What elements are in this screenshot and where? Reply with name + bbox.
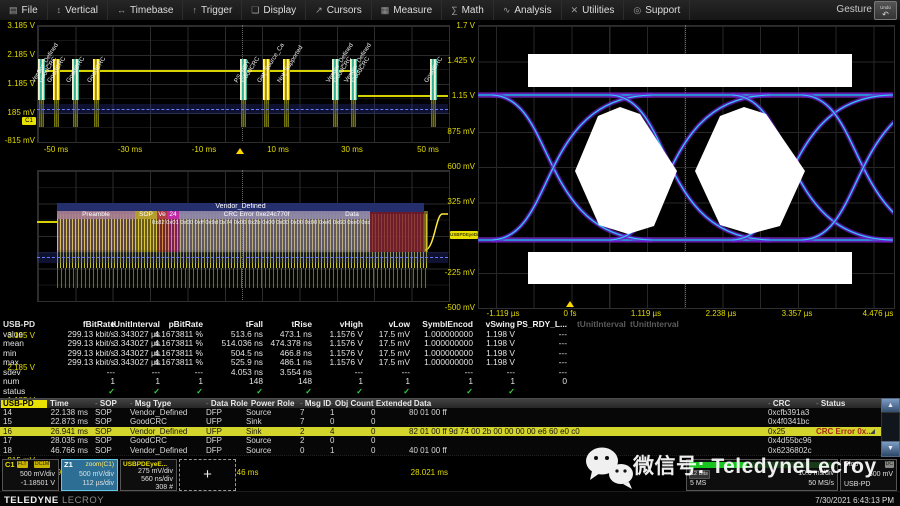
protocol-cell: Vendor_Defined [130, 408, 204, 417]
c1-vdiv: 500 mV/div [20, 471, 55, 479]
protocol-cell: SOP [95, 436, 125, 445]
c1-filter-badge: FLT [17, 461, 28, 468]
protocol-cell: 15 [3, 417, 33, 426]
eye-vdiv: 275 mV/div [138, 468, 173, 476]
add-trace-button[interactable]: + [179, 459, 236, 491]
watermark-text: 微信号: TeledyneLecroy [633, 450, 877, 480]
protocol-cell: 1 [330, 446, 368, 455]
eye-y-tick: -500 mV [415, 303, 475, 312]
protocol-cell: 0x25 [768, 427, 814, 436]
trace-descriptor-eye[interactable]: USBPDEyeE... 275 mV/div 560 ns/div 308 # [120, 459, 177, 491]
eye-y-tick: 1.425 V [415, 56, 475, 65]
protocol-cell: GoodCRC [130, 436, 204, 445]
protocol-cell: 2 [300, 427, 326, 436]
protocol-cell: 0 [371, 446, 405, 455]
protocol-cell: 0 [330, 417, 368, 426]
channel-descriptor-c1[interactable]: C1 FLT DC1M 500 mV/div -1.18501 V [2, 459, 59, 491]
trigger-coupling-badge: DC [885, 461, 894, 468]
protocol-cell: 46.766 ms [40, 446, 88, 455]
protocol-cell: 28.035 ms [40, 436, 88, 445]
protocol-cell: 0 [371, 417, 405, 426]
protocol-cell: SOP [95, 427, 125, 436]
protocol-cell: 22.138 ms [40, 408, 88, 417]
c1-offset: -1.18501 V [21, 480, 55, 488]
trigger-source: USB-PD [844, 481, 870, 488]
protocol-cell: 0x4f0341bc [768, 417, 814, 426]
eye-x-tick: 2.238 µs [691, 309, 751, 318]
eye-x-tick: -1.119 µs [473, 309, 533, 318]
protocol-cell: 0 [371, 436, 405, 445]
protocol-cell: DFP [206, 408, 244, 417]
plus-icon: + [180, 466, 235, 483]
trace-descriptor-z1[interactable]: Z1 zoom(C1) 500 mV/div 112 µs/div [61, 459, 118, 491]
protocol-cell: 82 01 00 ff 9d 74 00 2b 00 00 00 00 e6 6… [409, 427, 765, 436]
eye-y-tick: -225 mV [415, 268, 475, 277]
z1-vdiv: 500 mV/div [79, 471, 114, 479]
protocol-cell: 0x4d55bc96 [768, 436, 814, 445]
protocol-cell: 0 [371, 408, 405, 417]
protocol-cell: Source [246, 446, 298, 455]
protocol-cell: SOP [95, 417, 125, 426]
eye-x-tick: 0 fs [540, 309, 600, 318]
eye-y-tick: 1.15 V [415, 91, 475, 100]
protocol-scroll-down-button[interactable]: ▼ [881, 441, 900, 457]
protocol-table: 1422.138 msSOPVendor_DefinedDFPSource710… [0, 0, 900, 506]
protocol-cell: 4 [330, 427, 368, 436]
protocol-cell: DFP [206, 446, 244, 455]
timebase-memory: 5 MS [690, 480, 706, 487]
eye-y-tick: 1.7 V [415, 21, 475, 30]
eye-x-tick: 3.357 µs [767, 309, 827, 318]
protocol-cell: Source [246, 436, 298, 445]
brand-lecroy: LECROY [62, 495, 104, 506]
eye-y-tick: 875 mV [415, 127, 475, 136]
protocol-cell: 1 [330, 408, 368, 417]
datetime: 7/30/2021 6:43:13 PM [815, 496, 894, 505]
protocol-cell: Sink [246, 417, 298, 426]
protocol-cell: 0xcfb391a3 [768, 408, 814, 417]
row-expand-icon[interactable] [870, 429, 875, 434]
timebase-samplerate: 50 MS/s [808, 480, 834, 488]
protocol-cell: 7 [300, 408, 326, 417]
protocol-cell: SOP [95, 446, 125, 455]
z1-label: Z1 [64, 461, 73, 469]
protocol-cell: UFP [206, 427, 244, 436]
protocol-cell: 80 01 00 ff [409, 408, 765, 417]
protocol-cell: 18 [3, 446, 33, 455]
eye-y-tick: 325 mV [415, 197, 475, 206]
protocol-cell: 14 [3, 408, 33, 417]
protocol-cell: SOP [95, 408, 125, 417]
protocol-cell: Sink [246, 427, 298, 436]
protocol-cell: 16 [3, 427, 33, 436]
protocol-cell: 0 [300, 446, 326, 455]
c1-coupling-badge: DC1M [34, 461, 50, 468]
eye-tdiv: 560 ns/div [141, 476, 173, 484]
protocol-cell: 22.873 ms [40, 417, 88, 426]
protocol-cell: CRC Error 0x... [816, 427, 872, 436]
protocol-cell: Source [246, 408, 298, 417]
protocol-cell: 0 [330, 436, 368, 445]
eye-x-tick: 4.476 µs [848, 309, 900, 318]
eye-y-tick: 600 mV [415, 162, 475, 171]
footer-bar: TELEDYNE LECROY 7/30/2021 6:43:13 PM [0, 491, 900, 506]
protocol-cell: Vendor_Defined [130, 427, 204, 436]
oscilloscope-screen: ▤File↕Vertical↔Timebase↑Trigger❏Display↗… [0, 0, 900, 506]
c1-label: C1 [5, 461, 15, 469]
protocol-cell: 17 [3, 436, 33, 445]
protocol-cell: GoodCRC [130, 417, 204, 426]
protocol-scrollbar-track[interactable] [881, 412, 900, 443]
z1-mode: zoom(C1) [85, 461, 114, 469]
protocol-cell: 0 [371, 427, 405, 436]
z1-tdiv: 112 µs/div [82, 480, 114, 488]
wechat-icon [584, 444, 636, 490]
protocol-cell: 7 [300, 417, 326, 426]
protocol-cell: Vendor_Defined [130, 446, 204, 455]
brand-teledyne: TELEDYNE [4, 495, 59, 506]
eye-x-tick: 1.119 µs [616, 309, 676, 318]
protocol-cell: 2 [300, 436, 326, 445]
protocol-cell: 26.941 ms [40, 427, 88, 436]
protocol-cell: DFP [206, 436, 244, 445]
protocol-cell: UFP [206, 417, 244, 426]
